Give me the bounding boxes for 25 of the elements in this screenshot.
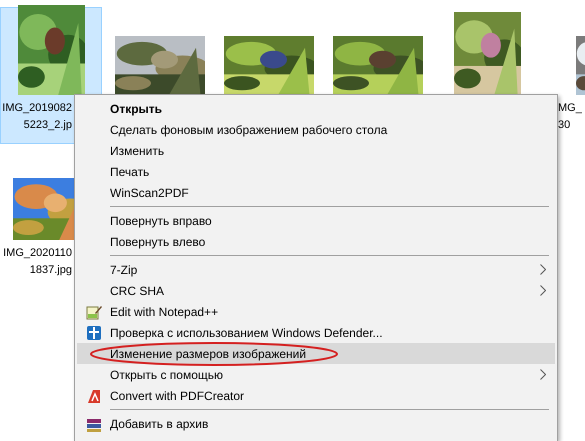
menu-item[interactable]: Edit with Notepad++ bbox=[77, 301, 555, 322]
chevron-right-icon bbox=[540, 369, 546, 380]
menu-item[interactable]: Добавить в архив bbox=[77, 413, 555, 434]
shield-icon bbox=[86, 324, 102, 340]
file-tile[interactable]: IMG_2019082 5223_2.jp bbox=[0, 7, 102, 144]
menu-item[interactable]: CRC SHA bbox=[77, 280, 555, 301]
menu-item[interactable]: Печать bbox=[77, 161, 555, 182]
menu-item[interactable]: Проверка с использованием Windows Defender... bbox=[77, 322, 555, 343]
pdf-icon bbox=[86, 388, 102, 404]
file-name: 5223_2.jp bbox=[22, 118, 72, 133]
menu-item[interactable]: WinScan2PDF bbox=[77, 182, 555, 203]
file-name: 30 bbox=[558, 118, 572, 133]
file-name: 1837.jpg bbox=[28, 263, 72, 278]
file-name: IMG_2020110 bbox=[2, 246, 72, 261]
menu-item[interactable]: 7-Zip bbox=[77, 259, 555, 280]
menu-item[interactable]: Повернуть влево bbox=[77, 231, 555, 252]
chevron-right-icon bbox=[540, 264, 546, 275]
menu-item[interactable]: Изменение размеров изображений bbox=[77, 343, 555, 364]
chevron-right-icon bbox=[540, 285, 546, 296]
menu-item[interactable]: Открыть с помощью bbox=[77, 364, 555, 385]
menu-item[interactable]: Convert with PDFCreator bbox=[77, 385, 555, 406]
file-name: IMG_2019082 bbox=[1, 101, 72, 116]
file-name: MG_ bbox=[558, 101, 583, 116]
notepad-icon bbox=[86, 304, 102, 320]
menu-item[interactable]: Повернуть вправо bbox=[77, 210, 555, 231]
